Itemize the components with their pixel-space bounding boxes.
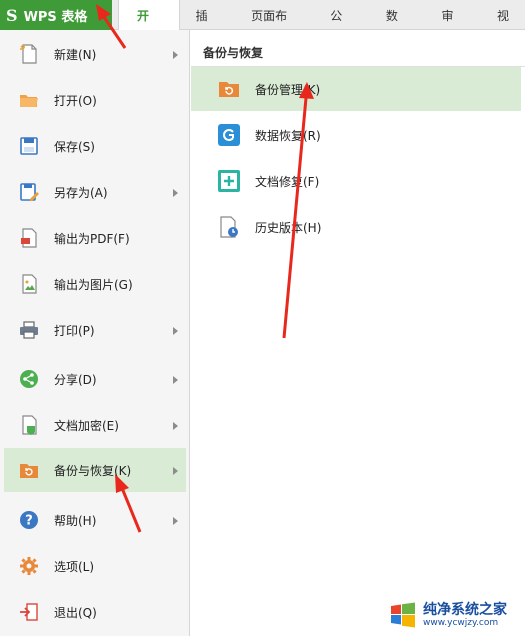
ribbon-tabs: 开始 插入 页面布局 公式 数据 审阅 视 [118, 0, 525, 55]
menu-item-print[interactable]: 打印(P) [4, 308, 186, 352]
menu-item-label: 打印(P) [54, 323, 95, 338]
chevron-right-icon [173, 517, 178, 525]
new-file-icon [18, 43, 40, 65]
help-icon: ? [18, 509, 40, 531]
chevron-right-icon [173, 189, 178, 197]
exit-icon [18, 601, 40, 623]
save-disk-icon [18, 135, 40, 157]
chevron-right-icon [173, 467, 178, 475]
pdf-export-icon [18, 227, 40, 249]
submenu-item-data-recovery[interactable]: 数据恢复(R) [191, 113, 521, 157]
menu-item-label: 输出为PDF(F) [54, 231, 130, 246]
menu-item-label: 另存为(A) [54, 185, 108, 200]
tab-formulas[interactable]: 公式 [314, 0, 370, 55]
menu-item-encrypt[interactable]: 文档加密(E) [4, 403, 186, 447]
doc-repair-icon [217, 169, 241, 193]
submenu-item-label: 历史版本(H) [255, 220, 322, 235]
save-as-icon [18, 181, 40, 203]
wps-app-menu-button[interactable]: S WPS 表格 [0, 0, 112, 30]
encrypt-doc-icon [18, 414, 40, 436]
submenu-title: 备份与恢复 [203, 46, 264, 60]
submenu-item-history-version[interactable]: 历史版本(H) [191, 205, 521, 249]
tab-review[interactable]: 审阅 [425, 0, 481, 55]
menu-item-save[interactable]: 保存(S) [4, 124, 186, 168]
menu-item-export-image[interactable]: 输出为图片(G) [4, 262, 186, 306]
menu-item-label: 帮助(H) [54, 513, 97, 528]
chevron-right-icon [173, 422, 178, 430]
menu-item-label: 保存(S) [54, 139, 95, 154]
menu-item-label: 新建(N) [54, 47, 97, 62]
menu-item-label: 文档加密(E) [54, 418, 119, 433]
submenu-item-doc-repair[interactable]: 文档修复(F) [191, 159, 521, 203]
menu-item-label: 打开(O) [54, 93, 97, 108]
chevron-right-icon [173, 51, 178, 59]
history-version-icon [217, 215, 241, 239]
submenu-item-label: 备份管理(K) [255, 82, 321, 97]
submenu-item-backup-manage[interactable]: 备份管理(K) [191, 67, 521, 111]
tab-insert[interactable]: 插入 [180, 0, 236, 55]
menu-item-save-as[interactable]: 另存为(A) [4, 170, 186, 214]
menu-item-open[interactable]: 打开(O) [4, 78, 186, 122]
menu-item-label: 输出为图片(G) [54, 277, 133, 292]
submenu-item-label: 文档修复(F) [255, 174, 320, 189]
menu-item-help[interactable]: ? 帮助(H) [4, 498, 186, 542]
watermark-url: www.ycwjzy.com [423, 617, 499, 628]
tab-page-layout[interactable]: 页面布局 [235, 0, 314, 55]
share-icon [18, 368, 40, 390]
watermark-logo: 纯净系统之家 www.ycwjzy.com [389, 598, 521, 632]
ribbon-tab-bar: S WPS 表格 开始 插入 页面布局 公式 数据 审阅 视 [0, 0, 525, 55]
image-export-icon [18, 273, 40, 295]
svg-text:?: ? [25, 514, 33, 529]
menu-item-share[interactable]: 分享(D) [4, 357, 186, 401]
backup-folder-icon [217, 77, 241, 101]
chevron-right-icon [173, 376, 178, 384]
menu-item-backup-restore[interactable]: 备份与恢复(K) [4, 448, 186, 492]
menu-item-export-pdf[interactable]: 输出为PDF(F) [4, 216, 186, 260]
backup-restore-submenu: 备份与恢复 备份管理(K) 数据恢复(R) 文档修复(F) 历史版本(H) [191, 30, 525, 636]
gear-icon [18, 555, 40, 577]
tab-view[interactable]: 视 [481, 0, 525, 30]
menu-item-label: 分享(D) [54, 372, 97, 387]
file-menu: 新建(N) 打开(O) 保存(S) 另存为(A) 输出为PDF(F) 输出为图片… [0, 30, 190, 636]
submenu-item-label: 数据恢复(R) [255, 128, 321, 143]
tab-home[interactable]: 开始 [118, 0, 180, 55]
windows-flag-icon [391, 602, 415, 628]
menu-item-exit[interactable]: 退出(Q) [4, 590, 186, 634]
wps-logo-icon: S [6, 5, 18, 25]
printer-icon [18, 319, 40, 341]
menu-item-label: 选项(L) [54, 559, 95, 574]
caret-down-icon [98, 11, 106, 16]
data-recovery-icon [217, 123, 241, 147]
watermark-name: 纯净系统之家 [423, 601, 507, 618]
menu-item-options[interactable]: 选项(L) [4, 544, 186, 588]
menu-item-label: 备份与恢复(K) [54, 463, 132, 478]
open-folder-icon [18, 89, 40, 111]
menu-item-label: 退出(Q) [54, 605, 97, 620]
wps-app-label: WPS 表格 [23, 9, 88, 25]
tab-data[interactable]: 数据 [370, 0, 426, 55]
menu-item-new[interactable]: 新建(N) [4, 32, 186, 76]
backup-folder-icon [18, 459, 40, 481]
chevron-right-icon [173, 327, 178, 335]
